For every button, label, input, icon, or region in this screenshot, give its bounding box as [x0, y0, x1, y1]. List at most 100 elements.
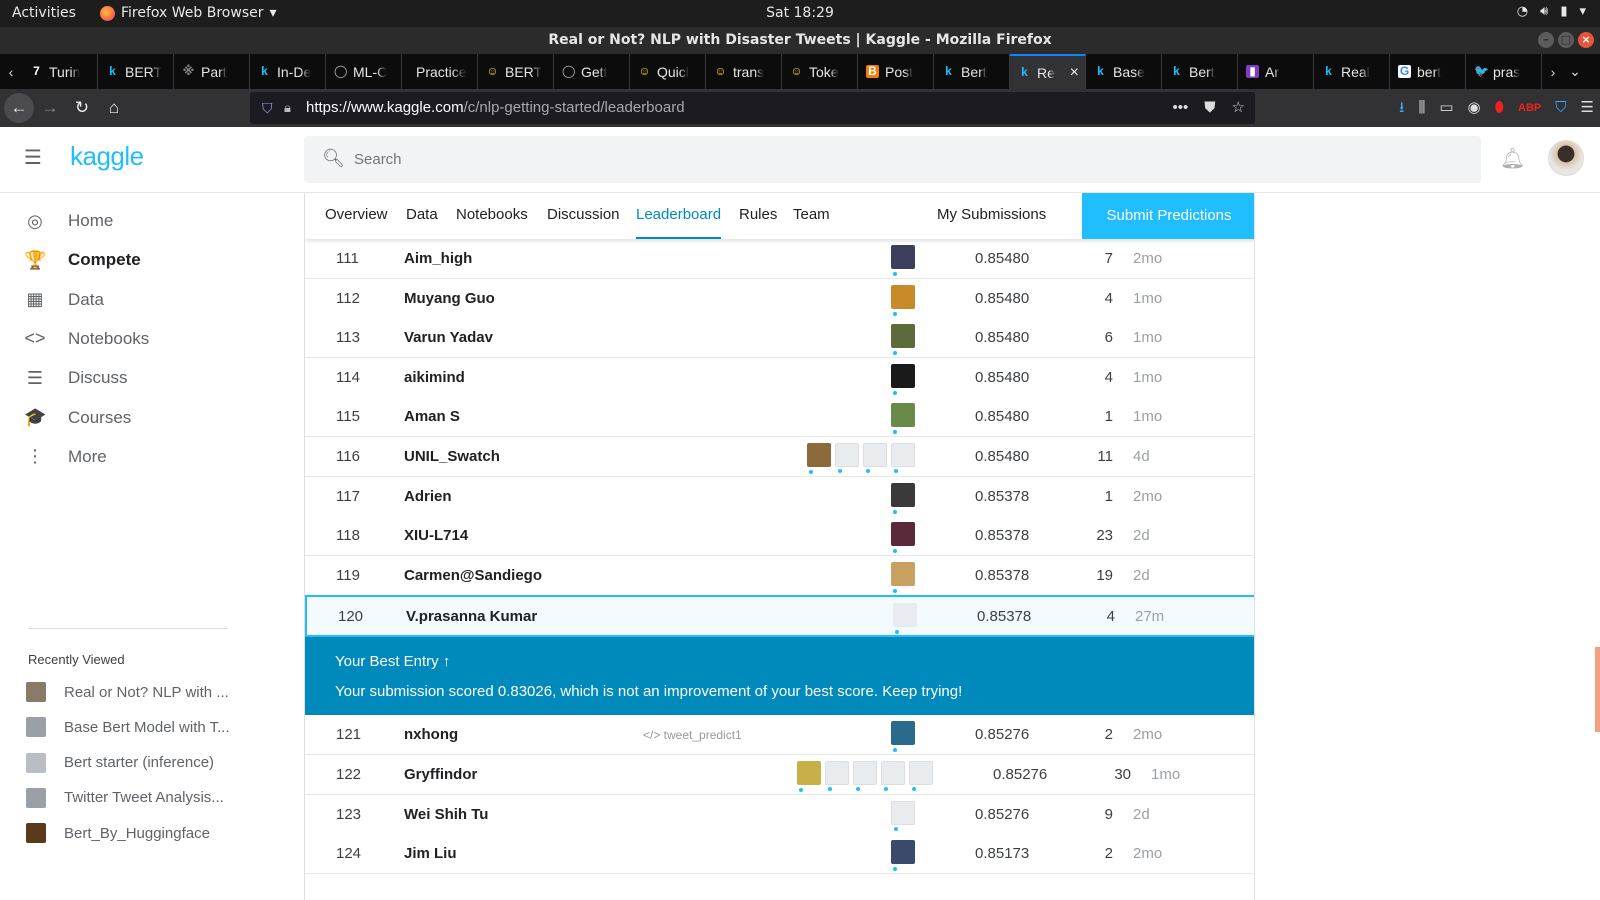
sidebar-item-courses[interactable]: 🎓 Courses [24, 398, 244, 438]
extension-icon[interactable]: ⬮ [1495, 93, 1504, 123]
browser-tab[interactable]: ☺ Toke [782, 54, 858, 89]
browser-tab[interactable]: k Base [1086, 54, 1162, 89]
browser-tab[interactable]: k Real [1314, 54, 1390, 89]
recently-viewed-item[interactable]: Twitter Tweet Analysis... [26, 783, 246, 813]
team-name[interactable]: UNIL_Swatch [404, 448, 500, 465]
team-name[interactable]: Muyang Guo [404, 290, 495, 307]
avatar[interactable] [891, 800, 915, 831]
account-icon[interactable]: ◉ [1468, 93, 1481, 123]
table-row[interactable]: 121 nxhong </> tweet_predict1 0.85276 2 2mo [305, 715, 1254, 756]
system-tray[interactable]: ◔ 🔊︎ ▮ ▾ [1517, 4, 1586, 19]
scrollbar[interactable] [1595, 647, 1600, 732]
avatar[interactable] [825, 761, 849, 791]
tab-overview[interactable]: Overview [325, 206, 388, 239]
recently-viewed-item[interactable]: Bert starter (inference) [26, 748, 246, 778]
library-icon[interactable]: ⫼ [1418, 93, 1425, 123]
page-actions-icon[interactable]: ••• [1173, 92, 1189, 124]
tab-notebooks[interactable]: Notebooks [456, 206, 528, 239]
table-row[interactable]: 115 Aman S 0.85480 1 1mo [305, 397, 1254, 438]
sidebar-item-discuss[interactable]: ☰ Discuss [24, 358, 244, 398]
browser-tab[interactable]: k Bert [1162, 54, 1238, 89]
avatar[interactable] [891, 522, 915, 554]
app-menu[interactable]: Firefox Web Browser ▾ [100, 5, 277, 21]
tab-data[interactable]: Data [406, 206, 438, 239]
team-name[interactable]: aikimind [404, 369, 465, 386]
tab-scroll-left-icon[interactable]: ‹ [0, 64, 22, 80]
avatar[interactable] [835, 443, 859, 473]
sidebar-item-compete[interactable]: 🏆 Compete [24, 240, 244, 280]
tracking-shield-icon[interactable]: ⛉ [262, 92, 273, 124]
team-name[interactable]: V.prasanna Kumar [406, 608, 537, 625]
sidebar-item-more[interactable]: ⋮ More [24, 437, 244, 477]
bookmark-star-icon[interactable]: ☆ [1232, 92, 1245, 124]
hamburger-menu-icon[interactable]: ☰ [1581, 93, 1594, 123]
browser-tab[interactable]: k Bert [934, 54, 1010, 89]
browser-tab[interactable]: 7 Turin [22, 54, 98, 89]
close-icon[interactable]: × [1578, 32, 1594, 48]
pocket-icon[interactable]: ⛊ [1204, 92, 1215, 124]
browser-tab[interactable]: k Re × [1010, 54, 1086, 89]
avatar[interactable] [853, 761, 877, 791]
list-all-tabs-icon[interactable]: ⌄ [1564, 63, 1586, 80]
sidebar-icon[interactable]: ▭ [1439, 93, 1453, 123]
menu-icon[interactable]: ☰ [24, 147, 46, 169]
table-row[interactable]: 123 Wei Shih Tu 0.85276 9 2d [305, 794, 1254, 835]
table-row[interactable]: 114 aikimind 0.85480 4 1mo [305, 357, 1254, 398]
avatar[interactable] [891, 363, 915, 395]
avatar[interactable] [1548, 140, 1584, 176]
kernel-link[interactable]: </> tweet_predict1 [643, 728, 742, 742]
team-name[interactable]: XIU-L714 [404, 527, 468, 544]
tab-scroll-right-icon[interactable]: › [1542, 64, 1564, 80]
browser-tab[interactable]: ☺ Quicl [630, 54, 706, 89]
my-submissions-link[interactable]: My Submissions [937, 206, 1046, 239]
back-arrow-icon[interactable]: ← [4, 93, 34, 123]
browser-tab[interactable]: B Post [858, 54, 934, 89]
browser-tab[interactable]: k In-De [250, 54, 326, 89]
table-row[interactable]: 113 Varun Yadav 0.85480 6 1mo [305, 318, 1254, 359]
tab-close-icon[interactable]: × [1070, 64, 1079, 82]
team-name[interactable]: Aim_high [404, 250, 472, 267]
team-name[interactable]: Gryffindor [404, 766, 477, 783]
recently-viewed-item[interactable]: Real or Not? NLP with ... [26, 677, 246, 707]
team-name[interactable]: Wei Shih Tu [404, 806, 488, 823]
table-row[interactable]: 119 Carmen@Sandiego 0.85378 19 2d [305, 555, 1254, 596]
sidebar-item-data[interactable]: ▦ Data [24, 280, 244, 320]
browser-tab[interactable]: ※ Part [174, 54, 250, 89]
url-bar[interactable]: ⛉ 🔒︎ https://www.kaggle.com/c/nlp-gettin… [250, 92, 1255, 124]
avatar[interactable] [863, 443, 887, 473]
search-bar[interactable]: 🔍︎ [304, 136, 1481, 183]
avatar[interactable] [891, 482, 915, 514]
team-name[interactable]: Aman S [404, 408, 460, 425]
lock-icon[interactable]: 🔒︎ [284, 92, 291, 124]
table-row[interactable]: 118 XIU-L714 0.85378 23 2d [305, 516, 1254, 557]
team-name[interactable]: Carmen@Sandiego [404, 567, 542, 584]
reload-icon[interactable]: ↻ [66, 92, 98, 124]
table-row[interactable]: 111 Aim_high 0.85480 7 2mo [305, 239, 1254, 279]
team-name[interactable]: Jim Liu [404, 845, 457, 862]
sidebar-item-notebooks[interactable]: <> Notebooks [24, 319, 244, 359]
sidebar-item-home[interactable]: ◎ Home [24, 201, 244, 241]
table-row[interactable]: 122 Gryffindor 0.85276 30 1mo [305, 755, 1254, 795]
search-input[interactable] [354, 136, 1454, 183]
maximize-icon[interactable]: □ [1558, 32, 1574, 48]
download-icon[interactable]: ⭳ [1399, 93, 1404, 123]
browser-tab[interactable]: ◯ ML-C [326, 54, 402, 89]
browser-tab[interactable]: ◯ Gett [554, 54, 630, 89]
browser-tab[interactable]: 🐦 pras [1466, 54, 1542, 89]
browser-tab[interactable]: Gbert [1390, 54, 1466, 89]
avatar[interactable] [891, 721, 915, 753]
avatar[interactable] [909, 761, 933, 791]
team-name[interactable]: Varun Yadav [404, 329, 493, 346]
avatar[interactable] [891, 840, 915, 872]
avatar[interactable] [891, 561, 915, 593]
table-row[interactable]: 124 Jim Liu 0.85173 2 2mo [305, 834, 1254, 875]
activities-button[interactable]: Activities [12, 5, 76, 21]
avatar[interactable] [891, 284, 915, 316]
adblock-icon[interactable]: ABP [1518, 93, 1541, 123]
tab-leaderboard[interactable]: Leaderboard [636, 206, 722, 239]
browser-tab[interactable]: k BERT [98, 54, 174, 89]
table-row[interactable]: 117 Adrien 0.85378 1 2mo [305, 476, 1254, 517]
submit-predictions-button[interactable]: Submit Predictions [1082, 193, 1254, 239]
table-row[interactable]: 120 V.prasanna Kumar 0.85378 4 27m [305, 595, 1254, 638]
avatar[interactable] [891, 245, 915, 276]
